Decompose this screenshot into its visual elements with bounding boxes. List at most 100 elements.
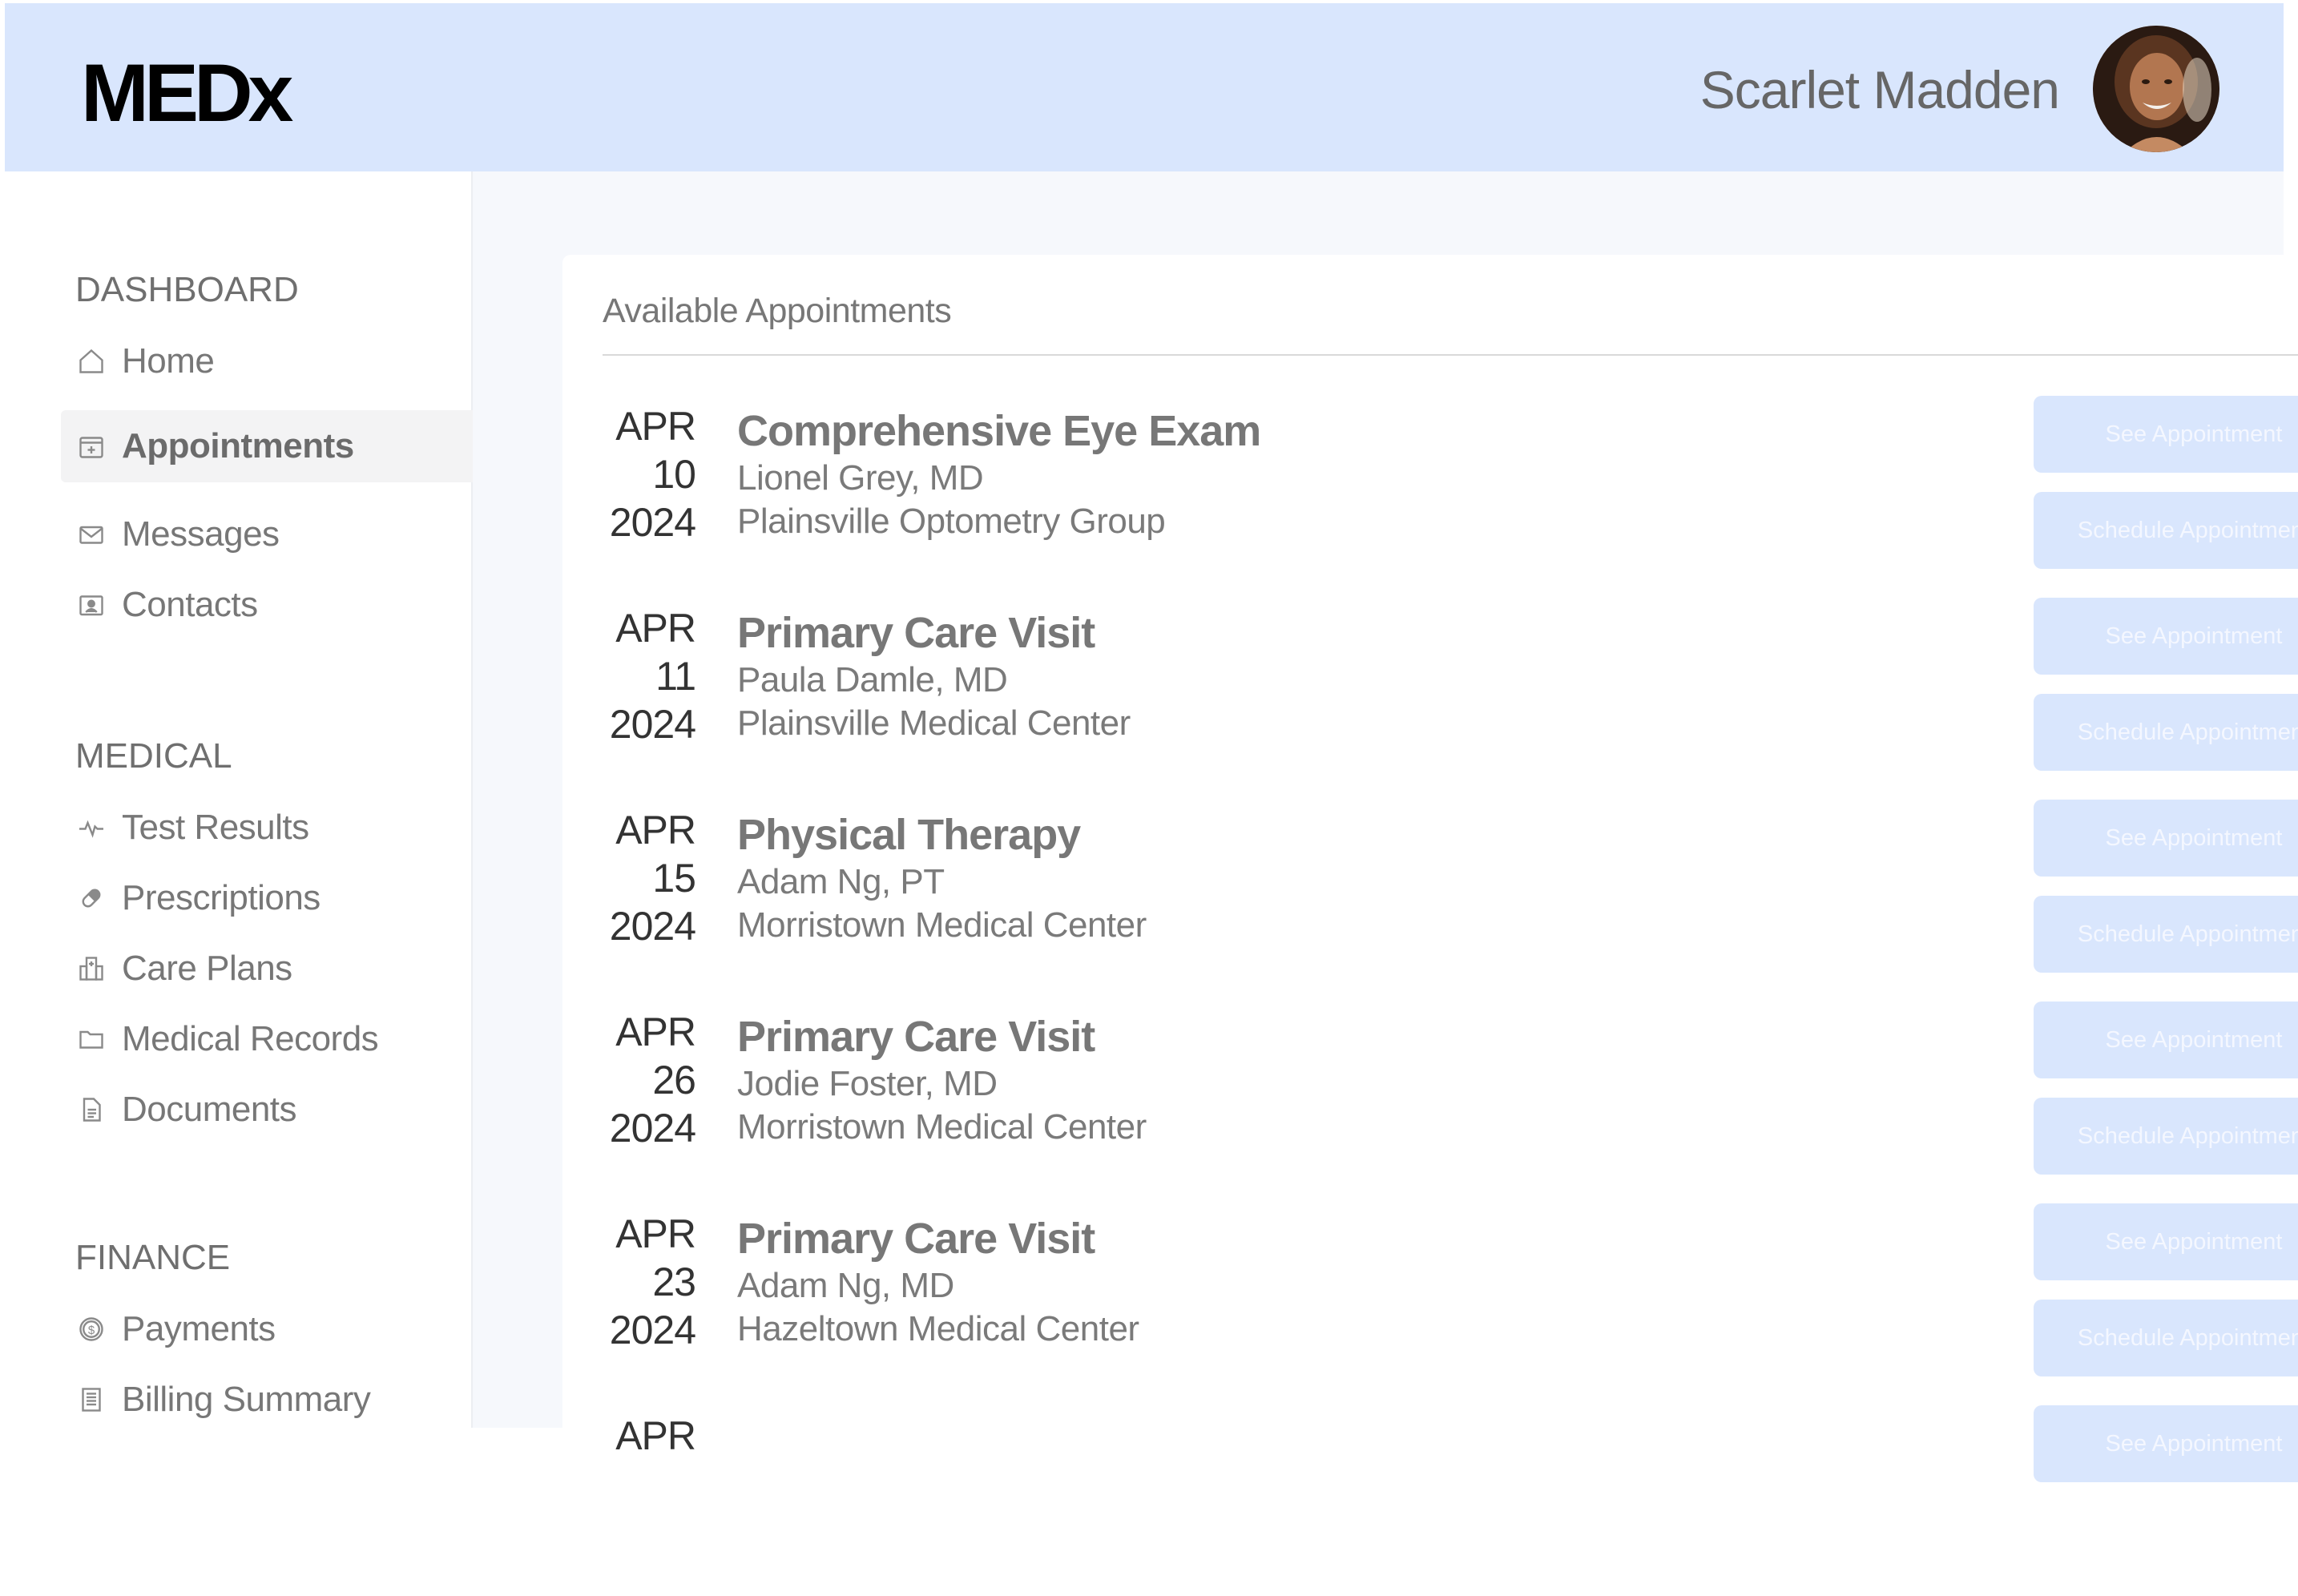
contact-card-icon [75,589,107,621]
pulse-icon [75,812,107,844]
list-item: APR 11 2024 Primary Care Visit Paula Dam… [603,598,2298,788]
app-logo[interactable]: MEDx [81,45,293,141]
sidebar-item-prescriptions[interactable]: Prescriptions [61,862,473,934]
list-item: APR See Appointment [603,1405,2298,1596]
section-title-medical: MEDICAL [75,736,232,776]
date-month: APR [615,1010,696,1054]
divider [603,354,2298,356]
see-appointment-button[interactable]: See Appointment [2034,598,2298,675]
appointment-title: Comprehensive Eye Exam [737,407,1261,455]
appointment-doctor: Jodie Foster, MD [737,1064,998,1103]
date-month: APR [615,404,696,449]
date-year: 2024 [609,1308,696,1352]
appointment-date: APR 26 2024 [603,1008,696,1152]
sidebar-item-label: Care Plans [122,949,292,988]
sidebar: DASHBOARD Home Appointments Messages Con… [5,171,473,1428]
appointment-date: APR 11 2024 [603,604,696,748]
appointment-info: Primary Care Visit Paula Damle, MD Plain… [737,607,1131,745]
appointment-location: Morristown Medical Center [737,905,1147,945]
app-window: MEDx Scarlet Madden DASHBOARD Home Appoi… [0,0,2298,1482]
sidebar-item-home[interactable]: Home [61,325,473,397]
schedule-appointment-button[interactable]: Schedule Appointment [2034,492,2298,569]
see-appointment-button[interactable]: See Appointment [2034,396,2298,473]
sidebar-item-label: Prescriptions [122,878,321,917]
schedule-appointment-button[interactable]: Schedule Appointment [2034,1300,2298,1376]
sidebar-item-label: Billing Summary [122,1380,371,1419]
see-appointment-button[interactable]: See Appointment [2034,1405,2298,1482]
list-item: APR 23 2024 Primary Care Visit Adam Ng, … [603,1203,2298,1394]
appointment-date: APR 23 2024 [603,1210,696,1354]
date-month: APR [615,1211,696,1256]
sidebar-item-appointments[interactable]: Appointments [61,410,473,482]
schedule-appointment-button[interactable]: Schedule Appointment [2034,1098,2298,1175]
top-header: MEDx Scarlet Madden [5,3,2284,171]
date-day: 10 [652,452,696,497]
appointment-info: Physical Therapy Adam Ng, PT Morristown … [737,809,1147,947]
date-year: 2024 [609,1106,696,1151]
date-month: APR [615,606,696,651]
sidebar-item-label: Medical Records [122,1019,379,1058]
svg-text:$: $ [88,1324,95,1337]
dollar-coin-icon: $ [75,1313,107,1345]
sidebar-item-label: Payments [122,1309,276,1348]
envelope-icon [75,518,107,550]
date-month: APR [615,808,696,852]
appointment-title: Primary Care Visit [737,1215,1095,1263]
see-appointment-button[interactable]: See Appointment [2034,800,2298,877]
appointment-title: Primary Care Visit [737,1013,1095,1061]
appointment-location: Hazeltown Medical Center [737,1309,1139,1348]
list-item: APR 10 2024 Comprehensive Eye Exam Lione… [603,396,2298,586]
sidebar-item-medical-records[interactable]: Medical Records [61,1003,473,1075]
appointment-info: Primary Care Visit Jodie Foster, MD Morr… [737,1011,1147,1149]
sidebar-item-documents[interactable]: Documents [61,1074,473,1146]
list-item: APR 15 2024 Physical Therapy Adam Ng, PT… [603,800,2298,990]
main-content: Available Appointments APR 10 2024 Compr… [473,171,2298,1482]
date-day: 26 [652,1058,696,1102]
date-day: 15 [652,856,696,901]
user-avatar-photo-icon [2093,26,2219,152]
appointments-card: Available Appointments APR 10 2024 Compr… [562,255,2298,1482]
appointment-doctor: Paula Damle, MD [737,660,1008,699]
sidebar-item-label: Home [122,341,215,381]
appointment-info: Primary Care Visit Adam Ng, MD Hazeltown… [737,1213,1139,1351]
sidebar-item-payments[interactable]: $ Payments [61,1293,473,1365]
see-appointment-button[interactable]: See Appointment [2034,1203,2298,1280]
receipt-icon [75,1384,107,1416]
folder-icon [75,1023,107,1055]
sidebar-item-label: Test Results [122,808,309,847]
schedule-appointment-button[interactable]: Schedule Appointment [2034,694,2298,771]
date-year: 2024 [609,904,696,949]
date-day: 11 [655,654,696,699]
see-appointment-button[interactable]: See Appointment [2034,1002,2298,1078]
sidebar-item-care-plans[interactable]: Care Plans [61,933,473,1005]
sidebar-item-messages[interactable]: Messages [61,498,473,570]
pill-icon [75,882,107,914]
list-item: APR 26 2024 Primary Care Visit Jodie Fos… [603,1002,2298,1192]
appointment-doctor: Adam Ng, MD [737,1266,954,1305]
appointment-doctor: Lionel Grey, MD [737,458,984,498]
appointment-title: Physical Therapy [737,811,1081,859]
schedule-appointment-button[interactable]: Schedule Appointment [2034,896,2298,973]
date-year: 2024 [609,702,696,747]
appointment-title: Primary Care Visit [737,609,1095,657]
avatar[interactable] [2093,26,2219,152]
date-month: APR [615,1413,696,1458]
appointment-location: Plainsville Medical Center [737,703,1131,743]
appointment-date: APR 10 2024 [603,402,696,546]
calendar-icon [75,430,107,462]
document-icon [75,1094,107,1126]
sidebar-item-billing-summary[interactable]: Billing Summary [61,1364,473,1436]
appointment-date: APR [603,1412,696,1460]
sidebar-item-contacts[interactable]: Contacts [61,569,473,641]
date-year: 2024 [609,500,696,545]
appointment-location: Plainsville Optometry Group [737,502,1166,541]
home-icon [75,345,107,377]
sidebar-item-label: Messages [122,514,280,554]
appointment-doctor: Adam Ng, PT [737,862,945,901]
section-title-dashboard: DASHBOARD [75,270,299,309]
section-title-finance: FINANCE [75,1238,231,1277]
appointment-location: Morristown Medical Center [737,1107,1147,1147]
sidebar-item-test-results[interactable]: Test Results [61,792,473,864]
sidebar-item-label: Documents [122,1090,297,1129]
user-name[interactable]: Scarlet Madden [1700,58,2060,122]
